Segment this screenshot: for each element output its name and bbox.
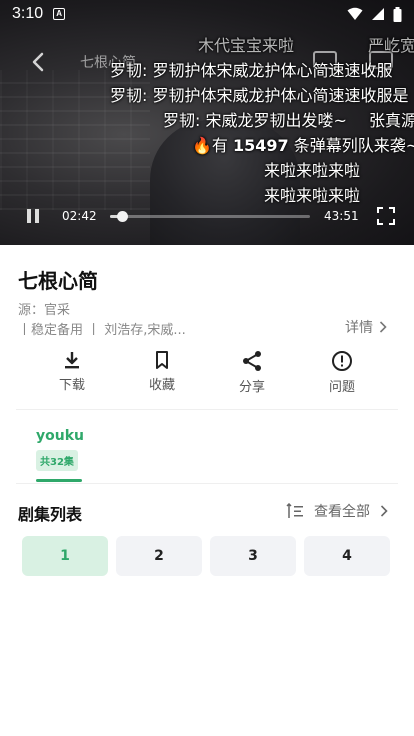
detail-label: 详情 bbox=[345, 320, 373, 336]
action-bar: 下载 收藏 分享 问题 bbox=[27, 350, 387, 400]
fullscreen-icon[interactable] bbox=[377, 207, 395, 225]
view-all-link[interactable]: 查看全部 bbox=[314, 501, 370, 521]
favorite-button[interactable]: 收藏 bbox=[117, 350, 207, 400]
sort-icon[interactable] bbox=[286, 503, 304, 519]
danmaku-comment: 来啦来啦来啦 bbox=[264, 161, 361, 180]
status-bar: 3:10 A bbox=[0, 0, 414, 28]
danmaku-comment: 严屹宽 bbox=[368, 36, 414, 55]
episode-button[interactable]: 3 bbox=[210, 536, 296, 576]
issue-icon bbox=[332, 351, 352, 371]
download-icon bbox=[65, 352, 79, 369]
danmaku-count-notice: 🔥有 15497 条弹幕列队来袭~ bbox=[192, 132, 414, 156]
episode-button[interactable]: 2 bbox=[116, 536, 202, 576]
danmaku-comment: 罗韧: 罗韧护体宋威龙护体心简速速收服是 bbox=[110, 86, 409, 105]
detail-link[interactable]: 详情 bbox=[345, 317, 387, 337]
danmaku-notice-suffix: 条弹幕列队来袭~ bbox=[288, 136, 414, 155]
show-title: 七根心简 bbox=[18, 269, 98, 293]
wifi-icon bbox=[347, 7, 363, 20]
app-notification-icon: A bbox=[53, 8, 66, 20]
favorite-label: 收藏 bbox=[148, 378, 175, 393]
chevron-right-icon bbox=[379, 321, 387, 333]
current-time: 02:42 bbox=[62, 209, 97, 223]
divider bbox=[16, 409, 398, 410]
episode-button[interactable]: 1 bbox=[22, 536, 108, 576]
share-icon bbox=[243, 351, 261, 371]
signal-icon bbox=[372, 8, 384, 20]
danmaku-notice-prefix: 🔥有 bbox=[192, 136, 234, 155]
total-duration: 43:51 bbox=[324, 209, 359, 223]
divider bbox=[16, 483, 398, 484]
seek-bar-thumb[interactable] bbox=[117, 211, 128, 222]
danmaku-comment: 木代宝宝来啦 bbox=[198, 36, 295, 55]
danmaku-comment: 罗韧: 罗韧护体宋威龙护体心简速速收服 bbox=[110, 61, 393, 80]
share-label: 分享 bbox=[238, 380, 265, 395]
source-info: 源：官采 bbox=[18, 303, 71, 318]
issue-label: 问题 bbox=[328, 380, 355, 395]
video-player[interactable]: 3:10 A 七根心简 木代宝宝来啦 严屹宽 罗韧: 罗韧护体宋威龙护体心简速速… bbox=[0, 0, 414, 245]
pause-icon[interactable] bbox=[26, 208, 40, 224]
seek-bar[interactable] bbox=[110, 211, 310, 222]
show-meta: 丨稳定备用 丨 刘浩存,宋威... bbox=[18, 323, 186, 338]
download-button[interactable]: 下载 bbox=[27, 350, 117, 400]
player-controls: 02:42 43:51 bbox=[0, 202, 414, 230]
download-label: 下载 bbox=[58, 378, 85, 393]
episode-count-badge: 共32集 bbox=[36, 450, 78, 471]
chevron-right-icon[interactable] bbox=[380, 505, 388, 517]
back-arrow-icon[interactable] bbox=[30, 52, 46, 72]
source-name: youku bbox=[36, 428, 84, 444]
episode-list-tools: 查看全部 bbox=[286, 501, 388, 521]
danmaku-comment: 罗韧: 宋威龙罗韧出发喽~ bbox=[163, 111, 347, 130]
bookmark-icon bbox=[156, 351, 168, 369]
episode-list: 1 2 3 4 bbox=[22, 536, 390, 576]
danmaku-count: 15497 bbox=[233, 136, 289, 155]
source-tab-indicator bbox=[36, 479, 82, 482]
status-time: 3:10 bbox=[12, 5, 44, 22]
share-button[interactable]: 分享 bbox=[207, 350, 297, 400]
status-indicators bbox=[347, 6, 402, 22]
episode-button[interactable]: 4 bbox=[304, 536, 390, 576]
episode-list-title: 剧集列表 bbox=[18, 505, 83, 524]
danmaku-comment: 张真源 bbox=[369, 111, 414, 130]
source-tab-youku[interactable]: youku 共32集 bbox=[36, 428, 84, 471]
battery-icon bbox=[393, 6, 402, 22]
report-issue-button[interactable]: 问题 bbox=[297, 350, 387, 400]
